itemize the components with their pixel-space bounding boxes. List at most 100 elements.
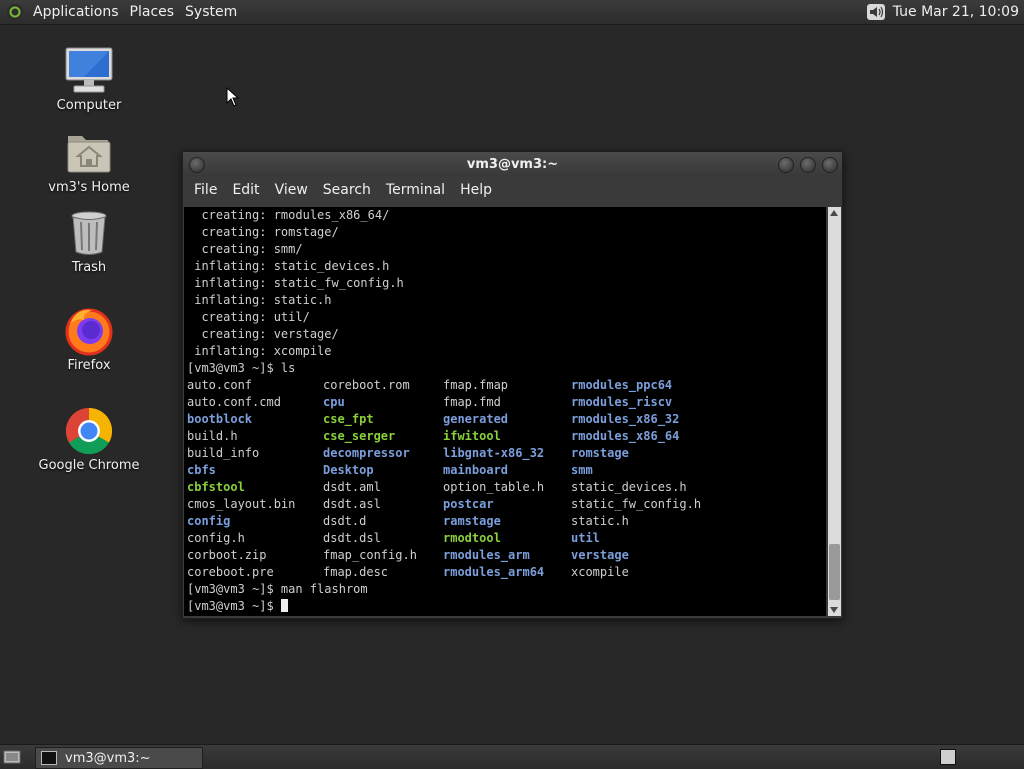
- scroll-up-arrow-icon[interactable]: [830, 210, 838, 216]
- scroll-down-arrow-icon[interactable]: [830, 607, 838, 613]
- ls-file-entry: fmap.fmap: [443, 378, 509, 392]
- desktop-icon-trash[interactable]: Trash: [34, 208, 144, 275]
- ls-row: build_info decompressor libgnat-x86_32 roms…: [184, 445, 826, 462]
- ls-directory-entry: util: [571, 531, 600, 545]
- ls-row: config dsdt.d ramstage static.h: [184, 513, 826, 530]
- terminal-line: creating: romstage/: [187, 225, 339, 239]
- ls-row: build.h cse_serger ifwitool rmodules_x86_64: [184, 428, 826, 445]
- distro-logo-icon[interactable]: [7, 4, 23, 20]
- desktop-icon-label: Firefox: [67, 358, 111, 373]
- ls-file-entry: dsdt.asl: [323, 497, 381, 511]
- ls-file-entry: static.h: [571, 514, 629, 528]
- ls-row: auto.conf coreboot.rom fmap.fmap rmodules_p…: [184, 377, 826, 394]
- terminal-line: inflating: static_fw_config.h: [187, 276, 404, 290]
- ls-file-entry: config.h: [187, 531, 245, 545]
- ls-row: cmos_layout.bin dsdt.asl postcar static_fw_…: [184, 496, 826, 513]
- ls-file-entry: dsdt.d: [323, 514, 367, 528]
- ls-row: corboot.zip fmap_config.h rmodules_arm vers…: [184, 547, 826, 564]
- menu-view[interactable]: View: [268, 182, 316, 198]
- desktop-icon-computer[interactable]: Computer: [34, 46, 144, 113]
- applications-menu[interactable]: Applications: [29, 4, 126, 20]
- ls-directory-entry: cbfs: [187, 463, 216, 477]
- maximize-button[interactable]: [800, 157, 816, 173]
- ls-row: config.h dsdt.dsl rmodtool util: [184, 530, 826, 547]
- ls-executable-entry: ifwitool: [443, 429, 501, 443]
- menu-help[interactable]: Help: [453, 182, 500, 198]
- show-desktop-icon[interactable]: [3, 749, 21, 765]
- workspace-switcher[interactable]: [940, 749, 956, 765]
- terminal-scrollbar[interactable]: [828, 207, 841, 616]
- terminal-line: [vm3@vm3 ~]$ man flashrom: [187, 582, 368, 596]
- ls-file-entry: cmos_layout.bin: [187, 497, 296, 511]
- ls-file-entry: static_fw_config.h: [571, 497, 702, 511]
- prompt: [vm3@vm3 ~]$: [187, 599, 281, 613]
- scrollbar-thumb[interactable]: [829, 544, 840, 600]
- desktop-icon-label: Google Chrome: [38, 458, 140, 473]
- terminal-output[interactable]: creating: rmodules_x86_64/ creating: rom…: [184, 207, 826, 616]
- ls-row: cbfstool dsdt.aml option_table.h static_dev…: [184, 479, 826, 496]
- ls-directory-entry: rmodules_x86_32: [571, 412, 680, 426]
- ls-file-entry: build.h: [187, 429, 238, 443]
- ls-file-entry: xcompile: [571, 565, 629, 579]
- taskbar-button-terminal[interactable]: vm3@vm3:~: [35, 747, 203, 769]
- terminal-icon: [41, 751, 57, 765]
- firefox-icon: [64, 306, 114, 356]
- ls-directory-entry: rmodules_ppc64: [571, 378, 673, 392]
- ls-file-entry: option_table.h: [443, 480, 545, 494]
- volume-icon[interactable]: [865, 1, 887, 23]
- current-prompt-line[interactable]: [vm3@vm3 ~]$: [184, 598, 826, 615]
- desktop-icon-home[interactable]: vm3's Home: [34, 128, 144, 195]
- ls-directory-entry: decompressor: [323, 446, 410, 460]
- ls-directory-entry: config: [187, 514, 231, 528]
- window-menu-button[interactable]: [189, 157, 205, 173]
- terminal-line: inflating: static_devices.h: [187, 259, 390, 273]
- ls-row: coreboot.pre fmap.desc rmodules_arm64 xcomp…: [184, 564, 826, 581]
- menu-edit[interactable]: Edit: [225, 182, 267, 198]
- ls-directory-entry: verstage: [571, 548, 629, 562]
- output-lines-after: [vm3@vm3 ~]$ man flashrom: [184, 581, 826, 598]
- ls-directory-entry: mainboard: [443, 463, 509, 477]
- taskbar-button-label: vm3@vm3:~: [65, 750, 151, 766]
- clock[interactable]: Tue Mar 21, 10:09: [893, 4, 1024, 20]
- ls-directory-entry: bootblock: [187, 412, 253, 426]
- ls-file-entry: auto.conf.cmd: [187, 395, 281, 409]
- minimize-button[interactable]: [778, 157, 794, 173]
- menu-search[interactable]: Search: [316, 182, 379, 198]
- ls-file-entry: coreboot.pre: [187, 565, 274, 579]
- text-cursor: [280, 599, 288, 612]
- terminal-line: [vm3@vm3 ~]$ ls: [187, 361, 296, 375]
- places-menu[interactable]: Places: [126, 4, 182, 20]
- desktop-icon-firefox[interactable]: Firefox: [34, 306, 144, 373]
- menu-file[interactable]: File: [187, 182, 225, 198]
- ls-directory-entry: generated: [443, 412, 509, 426]
- close-button[interactable]: [822, 157, 838, 173]
- ls-executable-entry: cse_serger: [323, 429, 396, 443]
- terminal-line: creating: smm/: [187, 242, 303, 256]
- chrome-icon: [64, 406, 114, 456]
- home-folder-icon: [64, 128, 114, 178]
- system-menu[interactable]: System: [181, 4, 244, 20]
- window-titlebar[interactable]: vm3@vm3:~: [183, 152, 842, 176]
- ls-file-entry: build_info: [187, 446, 260, 460]
- terminal-line: creating: util/: [187, 310, 310, 324]
- ls-file-entry: dsdt.dsl: [323, 531, 381, 545]
- ls-file-entry: static_devices.h: [571, 480, 687, 494]
- terminal-line: creating: verstage/: [187, 327, 339, 341]
- ls-file-entry: corboot.zip: [187, 548, 267, 562]
- ls-file-entry: dsdt.aml: [323, 480, 381, 494]
- bottom-panel: vm3@vm3:~: [0, 744, 1024, 769]
- ls-row: auto.conf.cmd cpu fmap.fmd rmodules_riscv: [184, 394, 826, 411]
- terminal-line: inflating: static.h: [187, 293, 332, 307]
- terminal-line: creating: rmodules_x86_64/: [187, 208, 390, 222]
- ls-directory-entry: postcar: [443, 497, 494, 511]
- desktop-icon-label: vm3's Home: [48, 180, 130, 195]
- computer-icon: [64, 46, 114, 96]
- top-panel: Applications Places System Tue Mar 21, 1…: [0, 0, 1024, 25]
- terminal-line: inflating: xcompile: [187, 344, 332, 358]
- desktop-icon-chrome[interactable]: Google Chrome: [34, 406, 144, 473]
- menu-terminal[interactable]: Terminal: [379, 182, 453, 198]
- ls-directory-entry: Desktop: [323, 463, 374, 477]
- ls-row: cbfs Desktop mainboard smm: [184, 462, 826, 479]
- terminal-window[interactable]: vm3@vm3:~ File Edit View Search Terminal…: [182, 151, 843, 619]
- ls-directory-entry: romstage: [571, 446, 629, 460]
